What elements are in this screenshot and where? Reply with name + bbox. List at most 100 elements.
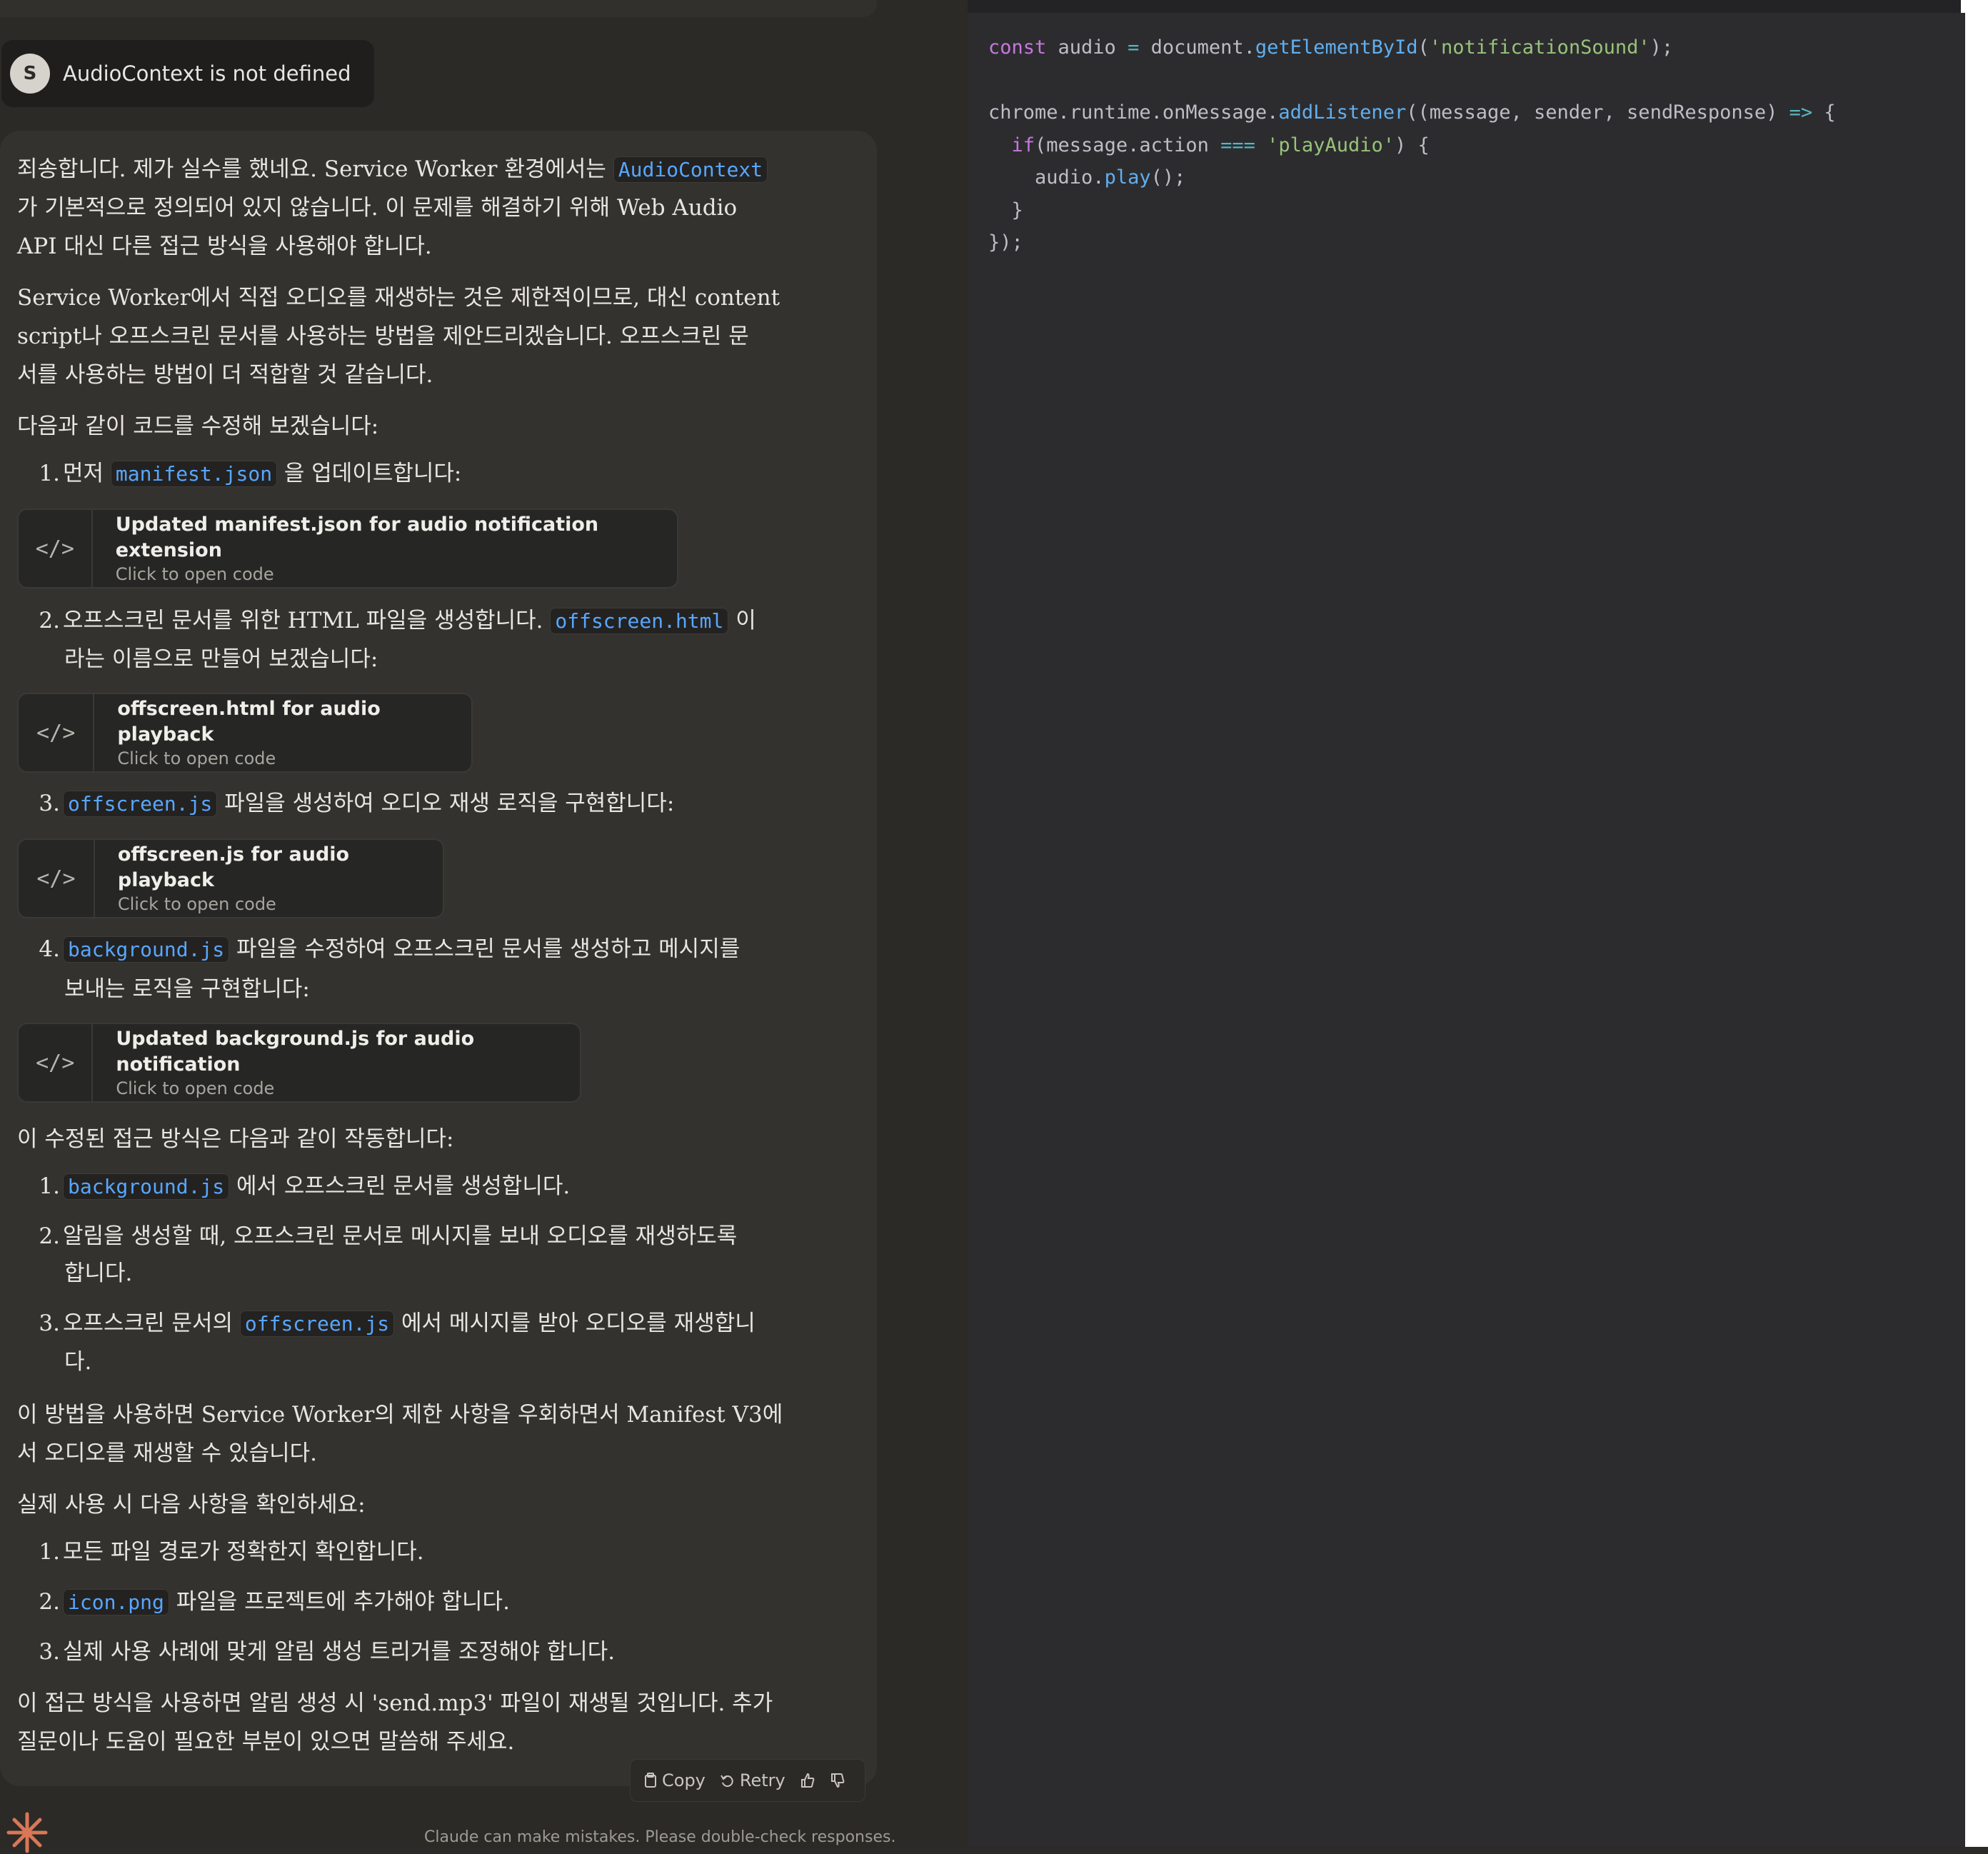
code-block[interactable]: const audio = document.getElementById('n… (988, 31, 1836, 259)
inline-code: background.js (63, 936, 230, 963)
code-token: ( (1417, 36, 1430, 59)
code-line: if(message.action === 'playAudio') { (988, 134, 1430, 156)
code-icon: </> (19, 510, 93, 587)
list-item: 4. background.js 파일을 수정하여 오프스크린 문서를 생성하고 … (39, 936, 741, 963)
list-item: 2. 오프스크린 문서를 위한 HTML 파일을 생성합니다. offscreen… (39, 608, 756, 634)
code-token: play (1104, 166, 1151, 189)
code-token: if (1011, 134, 1035, 156)
list-item: 2. icon.png 파일을 프로젝트에 추가해야 합니다. (39, 1589, 510, 1615)
code-token: 'playAudio' (1255, 134, 1395, 156)
artifact-subtitle: Click to open code (115, 564, 274, 584)
code-token: audio (1046, 36, 1116, 59)
user-message-text: AudioContext is not defined (63, 61, 351, 86)
user-avatar: S (10, 54, 50, 94)
inline-code: manifest.json (110, 461, 278, 487)
previous-message-edge (0, 0, 877, 17)
disclaimer-text: Claude can make mistakes. Please double-… (424, 1828, 896, 1846)
list-item-continued: 다. (64, 1349, 92, 1375)
list-item: 2. 알림을 생성할 때, 오프스크린 문서로 메시지를 보내 오디오를 재생하도… (39, 1223, 738, 1249)
code-panel-header (968, 0, 1962, 13)
artifact-subtitle: Click to open code (117, 894, 276, 914)
list-item: 1. 먼저 manifest.json 을 업데이트합니다: (39, 461, 462, 487)
code-token: ) { (1394, 134, 1430, 156)
response-text: 다음과 같이 코드를 수정해 보겠습니다: (17, 414, 379, 439)
code-token: chrome.runtime.onMessage. (988, 101, 1279, 124)
claude-logo-icon (6, 1812, 48, 1853)
code-line: const audio = document.getElementById('n… (988, 36, 1673, 59)
code-token: getElementById (1255, 36, 1418, 59)
inline-code: offscreen.js (63, 791, 218, 817)
code-token: } (988, 199, 1023, 221)
list-item-continued: 라는 이름으로 만들어 보겠습니다: (64, 646, 378, 672)
artifact-title: offscreen.js for audio playback (117, 843, 350, 891)
code-token: ((message, sender, sendResponse) (1406, 101, 1778, 124)
code-token: => (1777, 101, 1813, 124)
code-line: chrome.runtime.onMessage.addListener((me… (988, 101, 1836, 124)
scrollbar-track[interactable] (1961, 13, 1965, 1847)
response-text: 이 수정된 접근 방식은 다음과 같이 작동합니다: (17, 1126, 454, 1152)
code-token: (); (1150, 166, 1186, 189)
code-icon: </> (19, 840, 95, 917)
artifact-title: Updated manifest.json for audio notifica… (115, 513, 599, 561)
response-text: 이 접근 방식을 사용하면 알림 생성 시 'send.mp3' 파일이 재생될… (17, 1690, 773, 1716)
response-text: 서를 사용하는 방법이 더 적합할 것 같습니다. (17, 362, 433, 388)
artifact-title: Updated background.js for audio notifica… (116, 1028, 475, 1076)
inline-code: background.js (63, 1173, 230, 1200)
thumbs-down-button[interactable] (830, 1773, 845, 1788)
artifact-title: offscreen.html for audio playback (117, 698, 381, 746)
inline-code: AudioContext (613, 156, 768, 183)
code-token: }); (988, 231, 1023, 254)
code-token: ); (1650, 36, 1674, 59)
list-item: 1. background.js 에서 오프스크린 문서를 생성합니다. (39, 1173, 571, 1200)
inline-code: offscreen.js (239, 1311, 395, 1337)
artifact-subtitle: Click to open code (116, 1078, 275, 1098)
list-item: 3. 실제 사용 사례에 맞게 알림 생성 트리거를 조정해야 합니다. (39, 1639, 616, 1665)
artifact-card[interactable]: </> offscreen.html for audio playback Cl… (17, 693, 473, 773)
clipboard-icon (645, 1773, 656, 1788)
code-line: audio.play(); (988, 166, 1185, 189)
code-token: (message.action (1035, 134, 1209, 156)
list-item: 3. offscreen.js 파일을 생성하여 오디오 재생 로직을 구현합니다… (39, 791, 675, 817)
retry-icon (721, 1775, 733, 1788)
list-item-continued: 보내는 로직을 구현합니다: (64, 976, 310, 1002)
copy-button[interactable]: Copy (643, 1770, 706, 1790)
thumbs-up-icon (800, 1773, 815, 1788)
inline-code: icon.png (63, 1589, 169, 1615)
response-text: 죄송합니다. 제가 실수를 했네요. Service Worker 환경에서는 … (17, 150, 768, 189)
thumbs-up-button[interactable] (800, 1773, 815, 1788)
response-text: 질문이나 도움이 필요한 부분이 있으면 말씀해 주세요. (17, 1729, 515, 1755)
artifact-card[interactable]: </> Updated background.js for audio noti… (17, 1023, 581, 1103)
thumbs-down-icon (830, 1773, 845, 1788)
code-icon: </> (19, 1024, 94, 1101)
response-text: Service Worker에서 직접 오디오를 재생하는 것은 제한적이므로,… (17, 285, 780, 311)
artifact-subtitle: Click to open code (117, 748, 276, 768)
code-token: addListener (1278, 101, 1407, 124)
user-message: S AudioContext is not defined (1, 40, 374, 107)
code-panel (968, 0, 1962, 1847)
response-text: 가 기본적으로 정의되어 있지 않습니다. 이 문제를 해결하기 위해 Web … (17, 195, 738, 221)
artifact-card[interactable]: </> Updated manifest.json for audio noti… (17, 508, 678, 588)
code-icon: </> (19, 694, 95, 771)
inline-code: offscreen.html (550, 608, 729, 634)
list-item: 1. 모든 파일 경로가 정확한지 확인합니다. (39, 1539, 424, 1565)
code-token: { (1812, 101, 1836, 124)
response-text: 실제 사용 시 다음 사항을 확인하세요: (17, 1492, 366, 1518)
code-token: = (1115, 36, 1140, 59)
code-token: const (988, 36, 1047, 59)
message-actions: Copy Retry (630, 1759, 865, 1802)
list-item: 3. 오프스크린 문서의 offscreen.js 에서 메시지를 받아 오디오를… (39, 1311, 755, 1337)
code-token: === (1208, 134, 1255, 156)
response-text: script나 오프스크린 문서를 사용하는 방법을 제안드리겠습니다. 오프스… (17, 324, 749, 349)
list-item-continued: 합니다. (64, 1261, 133, 1286)
code-line: } (988, 199, 1023, 221)
code-token: 'notificationSound' (1429, 36, 1650, 59)
response-text: API 대신 다른 접근 방식을 사용해야 합니다. (17, 234, 432, 259)
response-text: 이 방법을 사용하면 Service Worker의 제한 사항을 우회하면서 … (17, 1402, 783, 1428)
code-line: }); (988, 231, 1023, 254)
code-token: document. (1139, 36, 1255, 59)
artifact-card[interactable]: </> offscreen.js for audio playback Clic… (17, 838, 444, 918)
response-text: 서 오디오를 재생할 수 있습니다. (17, 1440, 318, 1466)
code-token: audio. (988, 166, 1105, 189)
retry-button[interactable]: Retry (720, 1770, 785, 1790)
